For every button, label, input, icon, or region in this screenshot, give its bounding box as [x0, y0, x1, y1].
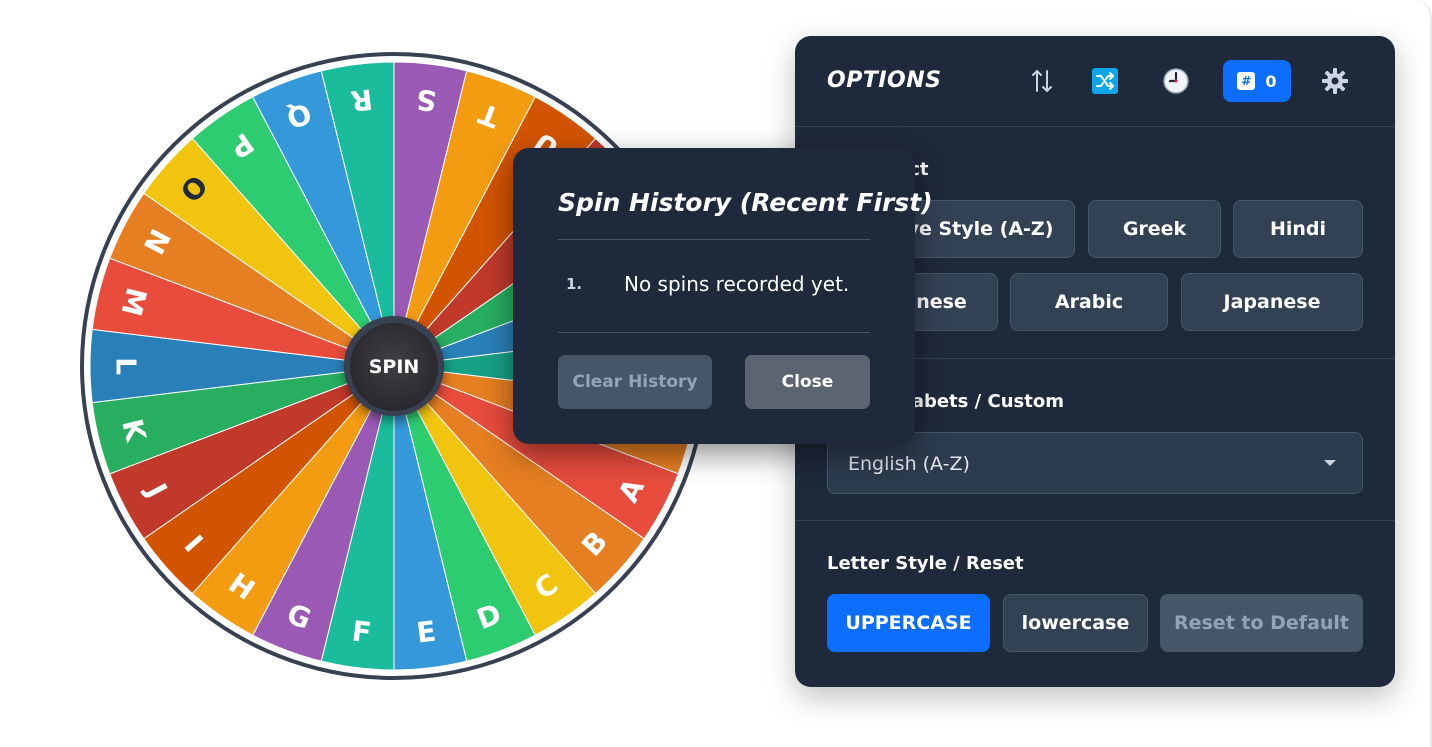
arabic-button[interactable]: Arabic	[1010, 273, 1168, 331]
divider	[558, 239, 870, 240]
history-empty-message: No spins recorded yet.	[624, 272, 850, 296]
uppercase-button[interactable]: UPPERCASE	[827, 594, 990, 652]
spin-counter-badge[interactable]: # 0	[1223, 60, 1291, 102]
wheel-letter-e: E	[415, 615, 438, 650]
history-title: Spin History (Recent First)	[558, 188, 933, 217]
wheel-letter-f: F	[350, 615, 373, 650]
lowercase-button[interactable]: lowercase	[1003, 594, 1148, 652]
alphabet-select-value: English (A-Z)	[848, 453, 970, 475]
close-history-button[interactable]: Close	[745, 355, 870, 409]
clear-history-button[interactable]: Clear History	[558, 355, 712, 409]
spin-button[interactable]: SPIN	[345, 318, 443, 416]
divider	[558, 332, 870, 333]
reset-default-button[interactable]: Reset to Default	[1160, 594, 1363, 652]
spin-counter-value: 0	[1265, 71, 1277, 91]
chevron-down-icon	[1324, 460, 1336, 466]
alphabets-label: habets / Custom	[899, 391, 1064, 412]
shuffle-icon[interactable]	[1090, 66, 1120, 96]
gear-icon[interactable]	[1320, 66, 1350, 96]
greek-button[interactable]: Greek	[1088, 200, 1221, 258]
divider	[795, 520, 1395, 521]
clock-icon[interactable]	[1161, 66, 1191, 96]
spin-label: SPIN	[368, 356, 420, 378]
history-item-number: 1.	[566, 275, 583, 293]
sort-icon[interactable]	[1027, 66, 1057, 96]
japanese-button[interactable]: Japanese	[1181, 273, 1363, 331]
hash-icon: #	[1237, 72, 1256, 90]
wheel-letter-l: L	[110, 357, 143, 375]
options-header: OPTIONS # 0	[795, 36, 1395, 127]
hindi-button[interactable]: Hindi	[1233, 200, 1363, 258]
options-title: OPTIONS	[827, 68, 942, 93]
letter-style-label: Letter Style / Reset	[827, 553, 1024, 574]
wheel-letter-r: R	[349, 82, 374, 117]
wheel-letter-s: S	[414, 82, 438, 117]
spin-history-modal: Spin History (Recent First) 1. No spins …	[513, 148, 933, 444]
